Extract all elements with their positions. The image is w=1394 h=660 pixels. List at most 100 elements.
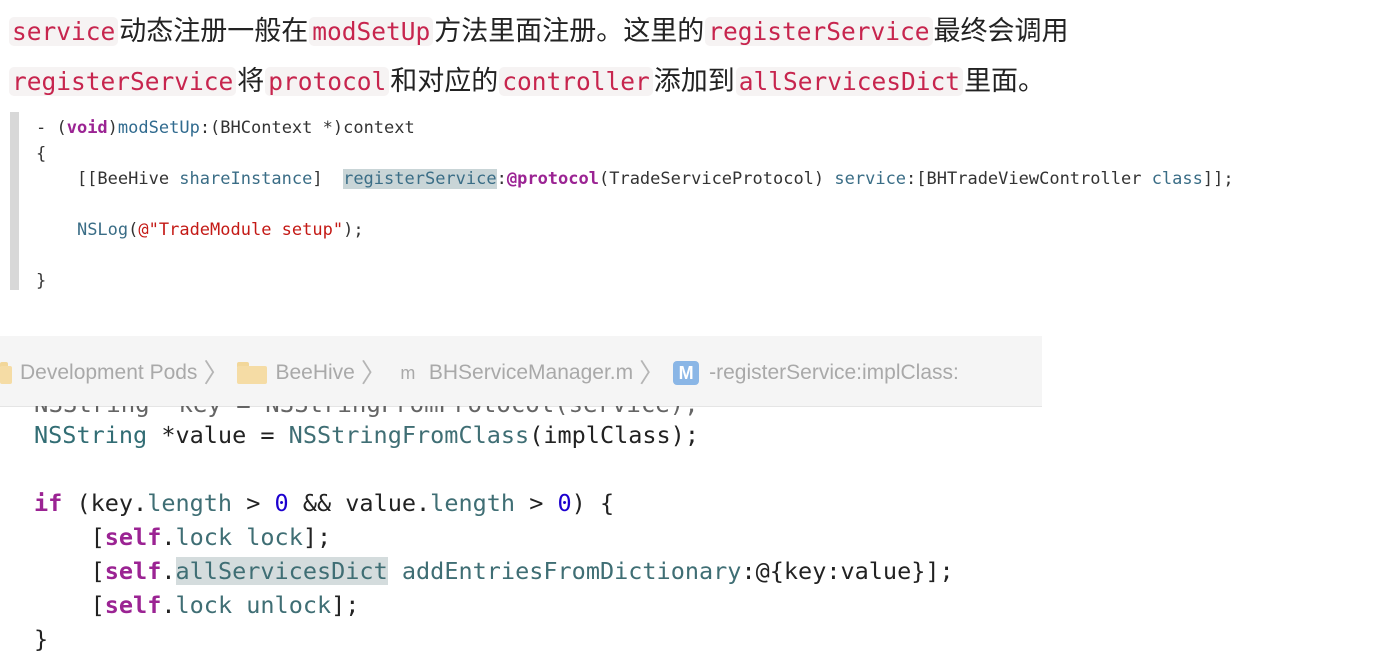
code-line: - (void)modSetUp:(BHContext *)context <box>36 118 415 138</box>
code-token: [ <box>34 523 105 551</box>
method-icon: M <box>673 361 700 385</box>
code-token: . <box>161 591 176 619</box>
paragraph-text: 里面。 <box>964 66 1046 97</box>
code-method: addEntriesFromDictionary <box>401 557 742 585</box>
breadcrumb-item[interactable]: -registerService:implClass: <box>709 361 959 385</box>
code-number: 0 <box>274 489 289 517</box>
paragraph: service 动态注册一般在 modSetUp 方法里面注册。这里的 register… <box>8 10 1388 110</box>
objc-file-icon: m <box>400 362 416 383</box>
code-keyword: self <box>104 591 162 619</box>
code-token: (TradeServiceProtocol) <box>598 169 835 189</box>
code-token: (key. <box>62 489 148 517</box>
code-token: ]; <box>331 591 360 619</box>
code-token: ) { <box>571 489 615 517</box>
inline-code: allServicesDict <box>735 67 964 96</box>
code-token: [[BeeHive <box>36 169 180 189</box>
inline-code: controller <box>499 67 653 96</box>
code-line: if (key.length > 0 && value.length > 0) … <box>34 489 614 517</box>
code-keyword: @protocol <box>506 169 599 189</box>
code-keyword: void <box>66 118 108 138</box>
code-property-highlighted: allServicesDict <box>175 557 388 585</box>
chevron-right-icon: 〉 <box>203 358 230 388</box>
code-token: ] <box>312 169 344 189</box>
paragraph-line-2: registerService 将 protocol 和对应的 controller 添加… <box>8 60 1388 110</box>
code-method: modSetUp <box>117 118 200 138</box>
paragraph-text: 将 <box>237 66 265 97</box>
inline-code: registerService <box>705 17 933 46</box>
code-token: > <box>515 489 558 517</box>
code-method: unlock <box>246 591 332 619</box>
code-token: : <box>496 169 507 189</box>
code-line: [self.lock lock]; <box>34 523 332 551</box>
inline-code: service <box>9 17 119 46</box>
code-line: { <box>36 143 47 164</box>
code-line: [[BeeHive shareInstance] registerService… <box>36 169 1234 189</box>
breadcrumb: Development Pods 〉 BeeHive 〉 m BHService… <box>0 358 959 388</box>
code-keyword: if <box>34 489 63 517</box>
chevron-right-icon: 〉 <box>639 358 666 388</box>
breadcrumb-item[interactable]: Development Pods <box>20 361 197 385</box>
code-function: NSStringFromClass <box>288 421 530 449</box>
code-token: . <box>161 523 176 551</box>
paragraph-text: 和对应的 <box>390 66 499 97</box>
code-property: lock <box>175 523 233 551</box>
code-token: > <box>232 489 275 517</box>
folder-icon <box>0 362 12 384</box>
code-screenshot-registerservice: NSString *key = NSStringFromProtocol(ser… <box>0 406 1394 660</box>
jump-bar: Development Pods 〉 BeeHive 〉 m BHService… <box>0 336 1042 407</box>
paragraph-text: 最终会调用 <box>933 16 1069 47</box>
code-line: [self.allServicesDict addEntriesFromDict… <box>34 557 954 585</box>
inline-code: modSetUp <box>309 17 434 46</box>
paragraph-text: 方法里面注册。这里的 <box>434 16 705 47</box>
code-method: shareInstance <box>179 169 313 189</box>
code-token: ); <box>343 220 364 240</box>
code-token: . <box>161 557 176 585</box>
code-token: :[BHTradeViewController <box>906 169 1152 189</box>
breadcrumb-item[interactable]: BeeHive <box>275 361 354 385</box>
code-token: *value = <box>147 421 289 449</box>
inline-code: protocol <box>265 67 390 96</box>
code-gutter <box>10 112 19 290</box>
code-method: service <box>834 169 907 189</box>
code-token: ]; <box>302 523 332 551</box>
chevron-right-icon: 〉 <box>360 358 387 388</box>
code-property: lock <box>175 591 233 619</box>
code-token: ]]; <box>1202 169 1234 189</box>
code-token: [ <box>34 557 105 585</box>
code-line: [self.lock unlock]; <box>34 591 360 619</box>
code-function: NSLog <box>76 220 129 240</box>
breadcrumb-item[interactable]: BHServiceManager.m <box>429 361 633 385</box>
paragraph-line-1: service 动态注册一般在 modSetUp 方法里面注册。这里的 register… <box>8 10 1388 60</box>
code-block: NSString *value = NSStringFromClass(impl… <box>34 418 954 656</box>
paragraph-text: 动态注册一般在 <box>119 16 309 47</box>
code-method: lock <box>246 523 303 551</box>
code-line: NSLog(@"TradeModule setup"); <box>36 220 364 240</box>
code-line: } <box>34 625 49 653</box>
code-keyword: self <box>104 523 162 551</box>
code-token: ( <box>128 220 139 240</box>
code-block: - (void)modSetUp:(BHContext *)context { … <box>36 116 1234 295</box>
code-line: } <box>36 271 47 291</box>
inline-code: registerService <box>9 67 237 96</box>
code-string: @"TradeModule setup" <box>138 220 344 240</box>
code-token: :@{key:value}]; <box>741 557 954 585</box>
code-method: class <box>1151 169 1203 189</box>
code-token: && value. <box>288 489 431 517</box>
code-token: :(BHContext *)context <box>199 118 415 138</box>
code-keyword: self <box>104 557 162 585</box>
code-screenshot-modsetup: - (void)modSetUp:(BHContext *)context { … <box>10 112 1394 291</box>
code-token: - ( <box>36 118 67 138</box>
code-token: (implClass); <box>529 421 699 449</box>
code-token: ) <box>107 118 118 138</box>
code-property: length <box>147 489 233 517</box>
folder-icon <box>237 362 268 384</box>
code-number: 0 <box>557 489 572 517</box>
paragraph-text: 添加到 <box>653 66 735 97</box>
code-method-highlighted: registerService <box>343 169 497 189</box>
code-type: NSString <box>34 421 148 449</box>
code-line: NSString *value = NSStringFromClass(impl… <box>34 421 699 449</box>
